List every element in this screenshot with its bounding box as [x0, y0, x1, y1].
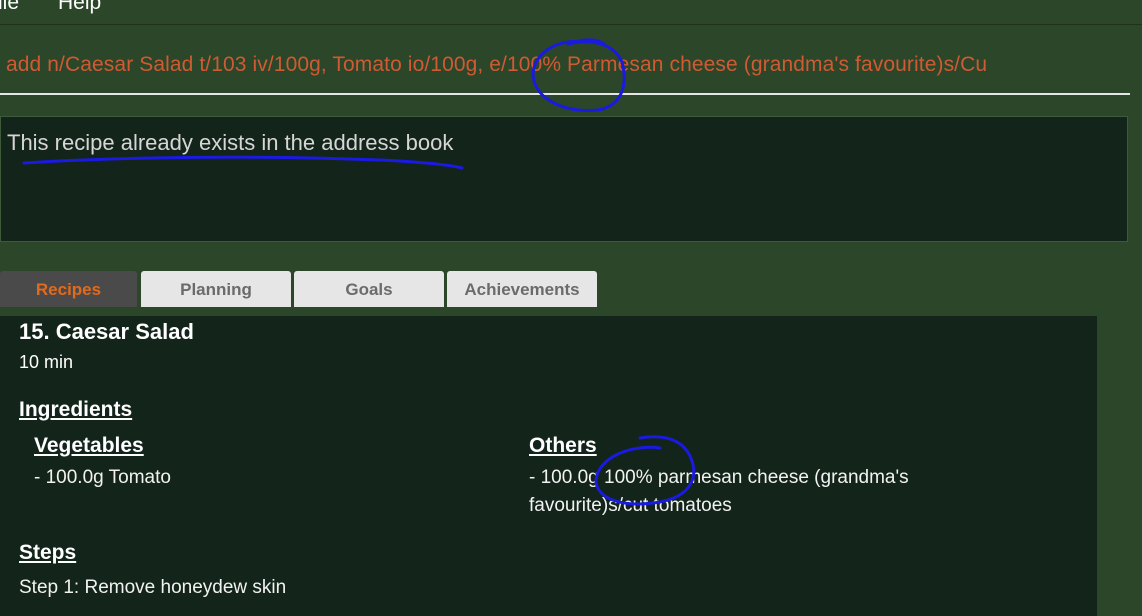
tab-planning[interactable]: Planning — [141, 271, 291, 307]
tab-achievements[interactable]: Achievements — [447, 271, 597, 307]
other-ingredient-line-1: - 100.0g 100% parmesan cheese (grandma's — [529, 467, 909, 488]
command-box[interactable]: add n/Caesar Salad t/103 iv/100g, Tomato… — [0, 35, 1130, 95]
tab-recipes[interactable]: Recipes — [0, 271, 137, 307]
other-ingredient-line-2: favourite)s/cut tomatoes — [529, 495, 732, 516]
menu-bar: ile Help — [0, 0, 1142, 25]
recipe-title: 15. Caesar Salad — [19, 319, 194, 344]
ingredients-heading: Ingredients — [19, 398, 133, 421]
others-heading: Others — [529, 434, 597, 457]
vegetable-ingredient: - 100.0g Tomato — [34, 467, 171, 488]
menu-file[interactable]: ile — [0, 0, 19, 15]
recipe-time: 10 min — [19, 352, 74, 372]
steps-heading: Steps — [19, 541, 77, 564]
tab-goals[interactable]: Goals — [294, 271, 444, 307]
vegetables-heading: Vegetables — [34, 434, 144, 457]
command-input[interactable]: add n/Caesar Salad t/103 iv/100g, Tomato… — [6, 53, 1116, 77]
result-display: This recipe already exists in the addres… — [0, 116, 1128, 242]
result-message: This recipe already exists in the addres… — [7, 130, 454, 155]
step-1: Step 1: Remove honeydew skin — [19, 577, 287, 598]
menu-help[interactable]: Help — [58, 0, 101, 15]
